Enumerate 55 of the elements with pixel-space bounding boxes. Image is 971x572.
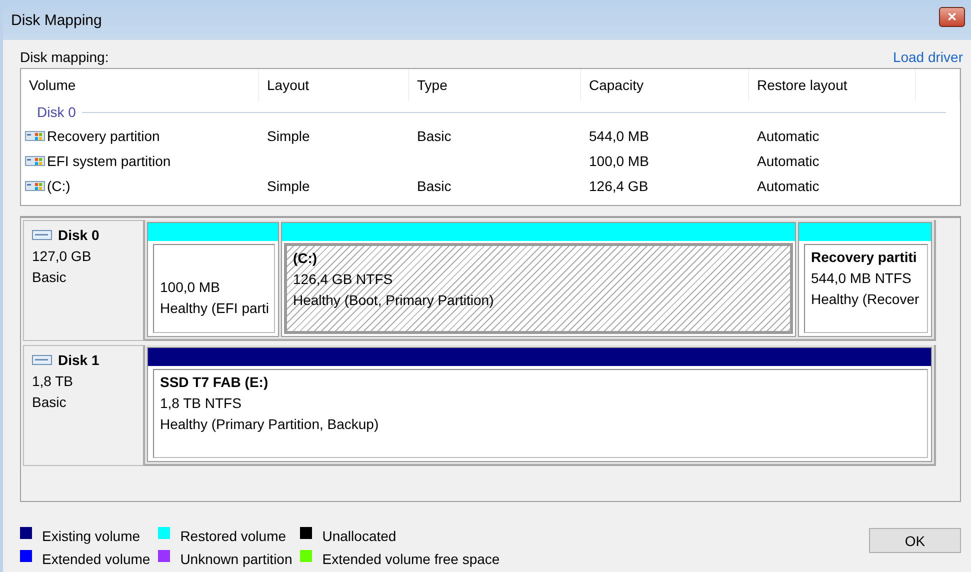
disk-name: Disk 0 xyxy=(58,227,100,243)
disk-type: Basic xyxy=(32,394,68,410)
table-cell-text: Automatic xyxy=(756,152,820,168)
volume-name: EFI system partition xyxy=(47,152,171,168)
disk-type: Basic xyxy=(32,269,68,285)
column-header[interactable]: Restore layout xyxy=(749,69,916,101)
partition-name: Recovery partiti xyxy=(811,249,918,265)
group-label: Disk 0 xyxy=(37,104,76,120)
volume-name: Recovery partition xyxy=(47,128,160,144)
partition-size: 100,0 MB xyxy=(160,279,221,295)
partition-status: Healthy (Primary Partition, Backup) xyxy=(160,416,380,432)
disk-info-panel[interactable]: Disk 0 127,0 GB Basic xyxy=(23,220,145,341)
table-cell-text: Simple xyxy=(266,178,311,194)
legend-label: Extended volume free space xyxy=(322,550,500,566)
legend-label: Extended volume xyxy=(42,550,150,566)
table-cell-text: 126,4 GB xyxy=(588,178,650,194)
table-cell-text: Basic xyxy=(416,128,452,144)
partition-status: Healthy (Boot, Primary Partition) xyxy=(293,292,495,308)
table-cell-text: 544,0 MB xyxy=(588,128,650,144)
column-header[interactable]: Type xyxy=(409,69,581,101)
disk-name: Disk 1 xyxy=(58,352,100,368)
disk-size: 127,0 GB xyxy=(32,248,92,264)
column-header[interactable]: Layout xyxy=(259,69,409,101)
legend-label: Unknown partition xyxy=(180,550,292,566)
table-cell-text: Simple xyxy=(266,128,311,144)
table-cell-text: 100,0 MB xyxy=(588,152,650,168)
partition-name: SSD T7 FAB (E:) xyxy=(160,374,270,390)
partition-size: 126,4 GB NTFS xyxy=(293,271,394,287)
partition-name: (C:) xyxy=(293,250,318,266)
table-cell-text: Automatic xyxy=(756,128,820,144)
volume-icon xyxy=(25,180,45,192)
disk-info-panel[interactable]: Disk 1 1,8 TB Basic xyxy=(23,345,145,466)
partition-size: 1,8 TB NTFS xyxy=(160,395,242,411)
legend-label: Existing volume xyxy=(42,528,140,544)
volume-icon xyxy=(25,154,45,166)
disk-size: 1,8 TB xyxy=(32,373,74,389)
partition-block[interactable]: Recovery partiti 544,0 MB NTFS Healthy (Recover xyxy=(798,222,932,337)
partition-status: Healthy (EFI parti xyxy=(160,300,268,316)
column-header[interactable]: Capacity xyxy=(581,69,749,101)
partition-block[interactable]: SSD T7 FAB (E:) 1,8 TB NTFS Healthy (Primary Partition, Backup) xyxy=(147,347,932,462)
ok-button[interactable]: OK xyxy=(869,528,961,553)
partition-status: Healthy (Recover xyxy=(811,291,920,307)
window-title: Disk Mapping xyxy=(11,12,102,28)
legend-label: Restored volume xyxy=(180,528,286,544)
legend-label: Unallocated xyxy=(322,528,396,544)
volume-icon xyxy=(25,130,45,142)
partition-size: 544,0 MB NTFS xyxy=(811,270,912,286)
load-driver-link[interactable]: Load driver xyxy=(892,49,963,65)
section-label: Disk mapping: xyxy=(20,49,109,65)
partition-block[interactable]: 100,0 MB Healthy (EFI parti xyxy=(147,222,279,337)
table-cell-text: Automatic xyxy=(756,178,820,194)
volume-name: (C:) xyxy=(47,178,70,194)
table-cell-text: Basic xyxy=(416,178,452,194)
partition-block[interactable]: (C:) 126,4 GB NTFS Healthy (Boot, Primary Partition) xyxy=(281,222,796,337)
column-header[interactable]: Volume xyxy=(21,69,259,101)
